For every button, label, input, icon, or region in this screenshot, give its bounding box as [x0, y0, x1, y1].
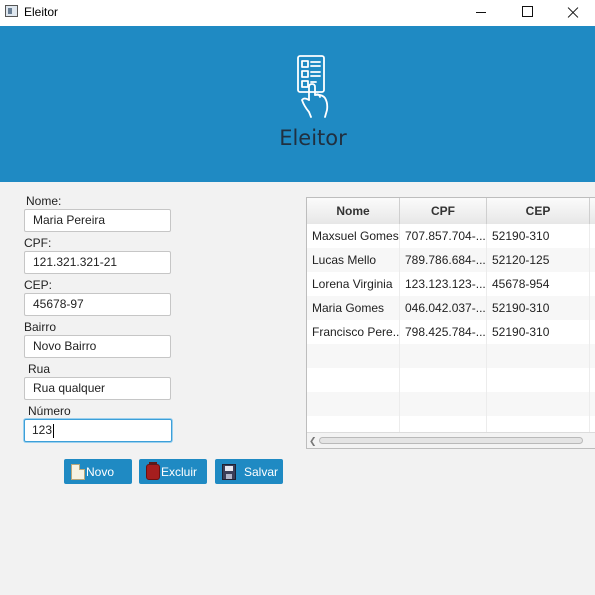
column-header-cpf[interactable]: CPF [400, 198, 487, 224]
table-row[interactable]: Maria Gomes 046.042.037-... 52190-310 [307, 296, 595, 320]
header-banner: Eleitor [0, 26, 595, 182]
column-header-extra [590, 198, 595, 224]
eleitor-table[interactable]: Nome CPF CEP Maxsuel Gomes 707.857.704-.… [306, 197, 595, 449]
table-header: Nome CPF CEP [307, 198, 595, 225]
cell-cep: 52190-310 [487, 320, 590, 344]
floppy-disk-icon [222, 463, 236, 480]
excluir-button[interactable]: Excluir [139, 459, 207, 484]
cpf-label: CPF: [24, 236, 52, 250]
numero-label: Número [28, 404, 71, 418]
new-document-icon [71, 463, 85, 480]
minimize-icon[interactable] [458, 0, 504, 26]
cell-cpf: 798.425.784-... [400, 320, 487, 344]
cell-nome: Lorena Virginia [307, 272, 400, 296]
cell-cep: 52190-310 [487, 296, 590, 320]
novo-button-label: Novo [86, 464, 115, 479]
close-icon[interactable] [549, 0, 595, 26]
cell-cpf: 046.042.037-... [400, 296, 487, 320]
cell-cep: 45678-954 [487, 272, 590, 296]
cell-cpf: 789.786.684-... [400, 248, 487, 272]
rua-field[interactable]: Rua qualquer [24, 377, 171, 400]
scroll-left-icon[interactable]: ❮ [309, 436, 317, 446]
app-icon [5, 5, 18, 17]
maximize-icon[interactable] [504, 0, 550, 26]
table-row[interactable]: Francisco Pere... 798.425.784-... 52190-… [307, 320, 595, 344]
table-row[interactable]: Lorena Virginia 123.123.123-... 45678-95… [307, 272, 595, 296]
window-titlebar: Eleitor [0, 0, 595, 27]
excluir-button-label: Excluir [161, 464, 198, 479]
text-caret [53, 423, 55, 438]
cep-label: CEP: [24, 278, 53, 292]
table-row[interactable]: Maxsuel Gomes 707.857.704-... 52190-310 [307, 224, 595, 248]
window-title: Eleitor [24, 5, 59, 19]
page-title: Eleitor [279, 126, 347, 150]
rua-label: Rua [28, 362, 51, 376]
numero-value: 123 [32, 423, 53, 437]
bairro-field[interactable]: Novo Bairro [24, 335, 171, 358]
ballot-hand-icon [297, 55, 329, 118]
cep-field[interactable]: 45678-97 [24, 293, 171, 316]
cell-cpf: 707.857.704-... [400, 224, 487, 248]
cell-cep: 52120-125 [487, 248, 590, 272]
cell-nome: Francisco Pere... [307, 320, 400, 344]
cell-cpf: 123.123.123-... [400, 272, 487, 296]
cell-nome: Lucas Mello [307, 248, 400, 272]
salvar-button[interactable]: Salvar [215, 459, 283, 484]
cell-nome: Maxsuel Gomes [307, 224, 400, 248]
novo-button[interactable]: Novo [64, 459, 132, 484]
column-header-cep[interactable]: CEP [487, 198, 590, 224]
cell-cep: 52190-310 [487, 224, 590, 248]
empty-row [307, 344, 595, 368]
empty-row [307, 392, 595, 416]
empty-row [307, 368, 595, 392]
table-row[interactable]: Lucas Mello 789.786.684-... 52120-125 [307, 248, 595, 272]
column-header-nome[interactable]: Nome [307, 198, 400, 224]
scrollbar-thumb[interactable] [319, 437, 583, 444]
numero-field[interactable]: 123 [24, 419, 172, 442]
horizontal-scrollbar[interactable]: ❮ [307, 432, 595, 448]
delete-icon [146, 461, 160, 480]
nome-label: Nome: [26, 194, 62, 208]
cell-nome: Maria Gomes [307, 296, 400, 320]
salvar-button-label: Salvar [244, 464, 279, 479]
cpf-field[interactable]: 121.321.321-21 [24, 251, 171, 274]
bairro-label: Bairro [24, 320, 57, 334]
nome-field[interactable]: Maria Pereira [24, 209, 171, 232]
